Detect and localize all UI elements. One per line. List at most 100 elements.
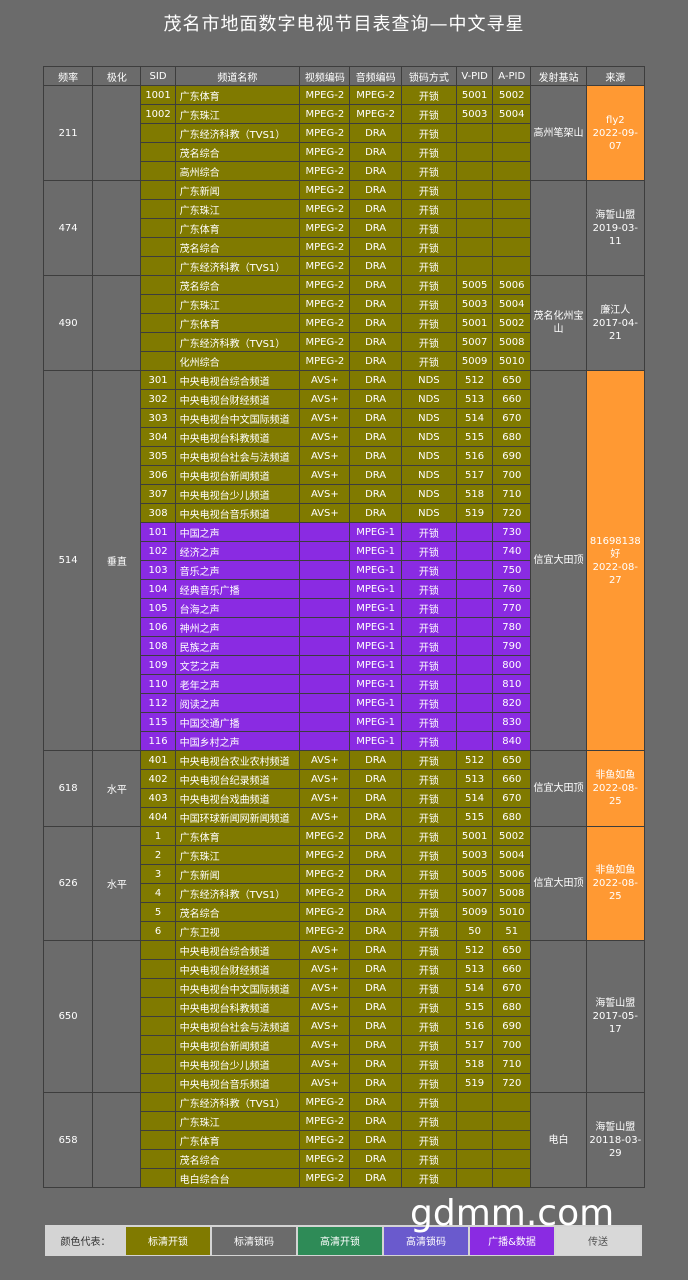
- sid-cell: [140, 978, 176, 998]
- video-codec-cell: [299, 617, 351, 637]
- audio-codec-cell: DRA: [349, 883, 402, 903]
- audio-codec-cell: MPEG-1: [349, 541, 402, 561]
- encryption-cell: 开锁: [400, 807, 458, 827]
- apid-cell: [492, 1149, 532, 1169]
- transmit-site-cell: 信宜大田顶: [530, 370, 587, 751]
- polarization-cell: [92, 1092, 142, 1188]
- channel-name-cell: 茂名综合: [174, 1149, 301, 1169]
- sid-cell: [140, 351, 176, 371]
- sid-cell: [140, 199, 176, 219]
- sid-cell: 307: [140, 484, 176, 504]
- transmit-site-cell: 电白: [530, 1092, 587, 1188]
- legend-swatch: 标清锁码: [212, 1226, 296, 1255]
- sid-cell: 1: [140, 826, 176, 846]
- channel-name-cell: 广东经济科教（TVS1）: [174, 883, 301, 903]
- sid-cell: [140, 294, 176, 314]
- channel-name-cell: 中央电视台中文国际频道: [174, 408, 301, 428]
- column-header: 极化: [92, 66, 142, 86]
- channel-name-cell: 中央电视台新闻频道: [174, 1035, 301, 1055]
- apid-cell: [492, 218, 532, 238]
- encryption-cell: 开锁: [400, 655, 458, 675]
- sid-cell: 105: [140, 598, 176, 618]
- channel-name-cell: 阅读之声: [174, 693, 301, 713]
- table-row: 474 广东新闻 MPEG-2 DRA 开锁 海誓山盟 2019-03-11: [42, 180, 646, 276]
- video-codec-cell: MPEG-2: [299, 845, 351, 865]
- video-codec-cell: MPEG-2: [299, 1149, 351, 1169]
- vpid-cell: 512: [455, 370, 494, 390]
- sid-cell: 106: [140, 617, 176, 637]
- channel-name-cell: 广东珠江: [174, 294, 301, 314]
- audio-codec-cell: DRA: [349, 275, 402, 295]
- apid-cell: 700: [492, 1035, 532, 1055]
- video-codec-cell: AVS+: [299, 807, 351, 827]
- video-codec-cell: MPEG-2: [299, 142, 351, 162]
- audio-codec-cell: DRA: [349, 446, 402, 466]
- encryption-cell: 开锁: [400, 769, 458, 789]
- vpid-cell: [455, 731, 494, 751]
- encryption-cell: 开锁: [400, 142, 458, 162]
- transmit-site-cell: [530, 940, 587, 1093]
- vpid-cell: 517: [455, 1035, 494, 1055]
- vpid-cell: 5007: [455, 883, 494, 903]
- audio-codec-cell: DRA: [349, 1092, 402, 1112]
- vpid-cell: [455, 674, 494, 694]
- audio-codec-cell: MPEG-1: [349, 674, 402, 694]
- vpid-cell: [455, 237, 494, 257]
- audio-codec-cell: DRA: [349, 313, 402, 333]
- encryption-cell: 开锁: [400, 541, 458, 561]
- video-codec-cell: AVS+: [299, 484, 351, 504]
- encryption-cell: NDS: [400, 465, 458, 485]
- apid-cell: [492, 1092, 532, 1112]
- audio-codec-cell: DRA: [349, 1035, 402, 1055]
- table-row: 490 茂名综合 MPEG-2 DRA 开锁 5005 5006 茂名化州宝山 廉江人 2017…: [42, 275, 646, 371]
- apid-cell: 840: [492, 731, 532, 751]
- vpid-cell: 512: [455, 940, 494, 960]
- apid-cell: 650: [492, 750, 532, 770]
- source-cell: 非鱼如鱼 2022-08-25: [585, 750, 646, 827]
- apid-cell: 810: [492, 674, 532, 694]
- audio-codec-cell: DRA: [349, 503, 402, 523]
- video-codec-cell: MPEG-2: [299, 294, 351, 314]
- sid-cell: [140, 256, 176, 276]
- audio-codec-cell: DRA: [349, 750, 402, 770]
- apid-cell: 670: [492, 978, 532, 998]
- video-codec-cell: [299, 636, 351, 656]
- apid-cell: 5004: [492, 845, 532, 865]
- channel-name-cell: 中央电视台社会与法频道: [174, 1016, 301, 1036]
- vpid-cell: 5001: [455, 85, 494, 105]
- video-codec-cell: [299, 712, 351, 732]
- encryption-cell: 开锁: [400, 1016, 458, 1036]
- apid-cell: [492, 1168, 532, 1188]
- audio-codec-cell: DRA: [349, 1130, 402, 1150]
- polarization-cell: [92, 275, 142, 371]
- audio-codec-cell: DRA: [349, 1111, 402, 1131]
- sid-cell: [140, 332, 176, 352]
- audio-codec-cell: DRA: [349, 427, 402, 447]
- channel-name-cell: 广东新闻: [174, 180, 301, 200]
- video-codec-cell: [299, 579, 351, 599]
- sid-cell: 1002: [140, 104, 176, 124]
- vpid-cell: [455, 636, 494, 656]
- sid-cell: [140, 1092, 176, 1112]
- encryption-cell: 开锁: [400, 940, 458, 960]
- apid-cell: 5004: [492, 104, 532, 124]
- transmit-site-cell: 信宜大田顶: [530, 750, 587, 827]
- vpid-cell: [455, 617, 494, 637]
- sid-cell: 308: [140, 503, 176, 523]
- vpid-cell: 5005: [455, 864, 494, 884]
- vpid-cell: [455, 1168, 494, 1188]
- apid-cell: 5010: [492, 351, 532, 371]
- sid-cell: 110: [140, 674, 176, 694]
- encryption-cell: 开锁: [400, 750, 458, 770]
- channel-name-cell: 广东经济科教（TVS1）: [174, 123, 301, 143]
- polarization-cell: 垂直: [92, 370, 142, 751]
- video-codec-cell: MPEG-2: [299, 237, 351, 257]
- vpid-cell: [455, 256, 494, 276]
- apid-cell: 5004: [492, 294, 532, 314]
- video-codec-cell: MPEG-2: [299, 199, 351, 219]
- encryption-cell: 开锁: [400, 579, 458, 599]
- audio-codec-cell: DRA: [349, 1168, 402, 1188]
- vpid-cell: [455, 1092, 494, 1112]
- vpid-cell: 5005: [455, 275, 494, 295]
- encryption-cell: NDS: [400, 427, 458, 447]
